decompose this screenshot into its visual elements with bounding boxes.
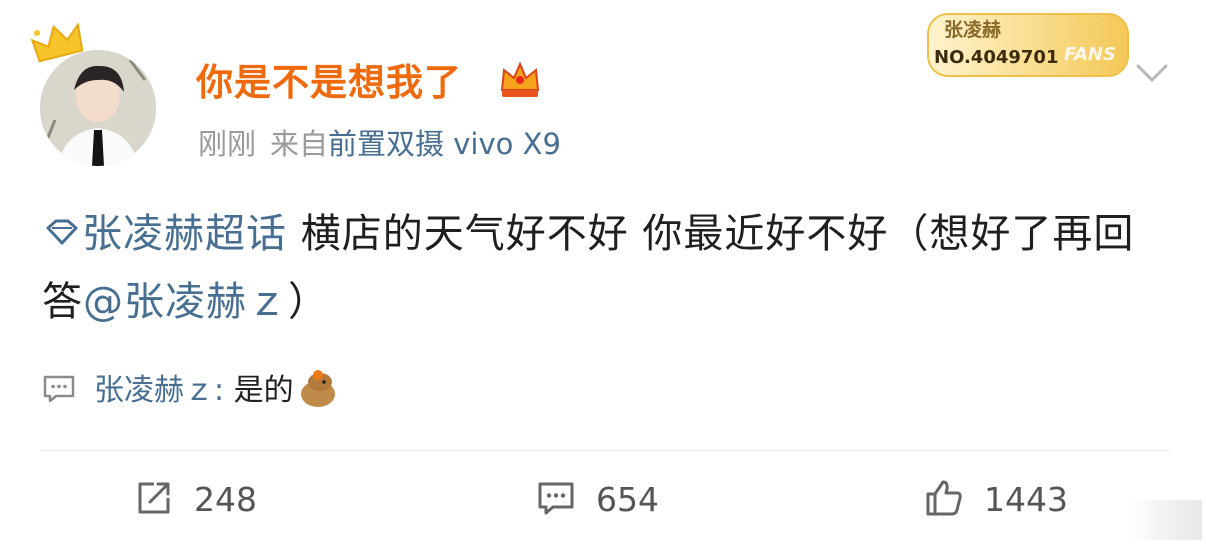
like-count: 1443 xyxy=(984,480,1068,519)
comment-icon xyxy=(43,375,75,403)
source-device[interactable]: 前置双摄 vivo X9 xyxy=(328,127,561,161)
comment-preview[interactable]: 张凌赫ｚ: 是的 xyxy=(42,368,338,413)
like-icon xyxy=(926,480,962,516)
topic-diamond-icon xyxy=(46,219,78,245)
comment-button[interactable]: 654 xyxy=(536,478,659,522)
chevron-down-icon[interactable] xyxy=(1134,58,1170,86)
comment-text: 是的 xyxy=(233,373,294,408)
divider xyxy=(40,450,1170,451)
repost-count: 248 xyxy=(194,480,257,519)
post-time: 刚刚 xyxy=(198,127,257,161)
avatar[interactable] xyxy=(40,50,156,166)
comment-author[interactable]: 张凌赫ｚ: xyxy=(94,373,224,408)
fan-badge-number: NO.4049701 xyxy=(934,47,1059,68)
topic-link[interactable]: 张凌赫超话 xyxy=(82,211,287,257)
mention-link[interactable]: @张凌赫ｚ xyxy=(83,279,288,325)
post-body: 张凌赫超话 横店的天气好不好 你最近好不好（想好了再回答@张凌赫ｚ） xyxy=(42,200,1172,336)
fan-badge-label: FANS xyxy=(1064,44,1116,65)
watermark-overlay xyxy=(1120,500,1202,540)
vip-crown-icon[interactable] xyxy=(498,60,542,100)
repost-button[interactable]: 248 xyxy=(134,478,257,522)
source-prefix: 来自 xyxy=(270,127,329,161)
post-meta: 刚刚 来自前置双摄 vivo X9 xyxy=(198,126,561,162)
repost-icon xyxy=(138,482,170,514)
post-text-end: ） xyxy=(288,279,329,325)
username[interactable]: 你是不是想我了 xyxy=(196,60,462,106)
capybara-sticker-icon xyxy=(300,370,335,407)
comment-icon xyxy=(538,482,574,515)
fan-badge-name: 张凌赫 xyxy=(944,19,1002,41)
comment-count: 654 xyxy=(596,480,659,519)
like-button[interactable]: 1443 xyxy=(924,478,1068,522)
crown-icon xyxy=(30,22,84,63)
